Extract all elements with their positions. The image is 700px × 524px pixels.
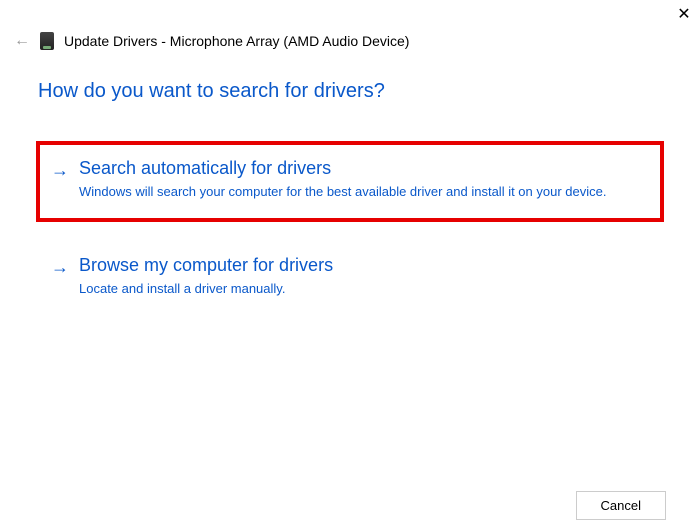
window-header: ← Update Drivers - Microphone Array (AMD… (14, 32, 409, 50)
close-button[interactable]: ✕ (674, 4, 694, 24)
option-title: Search automatically for drivers (79, 158, 649, 179)
option-body: Search automatically for drivers Windows… (79, 158, 649, 201)
option-description: Locate and install a driver manually. (79, 280, 649, 298)
footer: Cancel (576, 491, 666, 520)
option-search-automatically[interactable]: → Search automatically for drivers Windo… (38, 143, 662, 220)
option-title: Browse my computer for drivers (79, 255, 649, 276)
back-button[interactable]: ← (14, 32, 30, 50)
option-description: Windows will search your computer for th… (79, 183, 649, 201)
page-heading: How do you want to search for drivers? (38, 80, 662, 103)
content-area: How do you want to search for drivers? →… (38, 80, 662, 337)
window-title: Update Drivers - Microphone Array (AMD A… (64, 33, 409, 49)
cancel-button[interactable]: Cancel (576, 491, 666, 520)
close-icon: ✕ (677, 4, 690, 24)
arrow-right-icon: → (51, 158, 69, 182)
option-browse-computer[interactable]: → Browse my computer for drivers Locate … (38, 240, 662, 317)
option-body: Browse my computer for drivers Locate an… (79, 255, 649, 298)
device-icon (40, 32, 54, 50)
arrow-right-icon: → (51, 255, 69, 279)
